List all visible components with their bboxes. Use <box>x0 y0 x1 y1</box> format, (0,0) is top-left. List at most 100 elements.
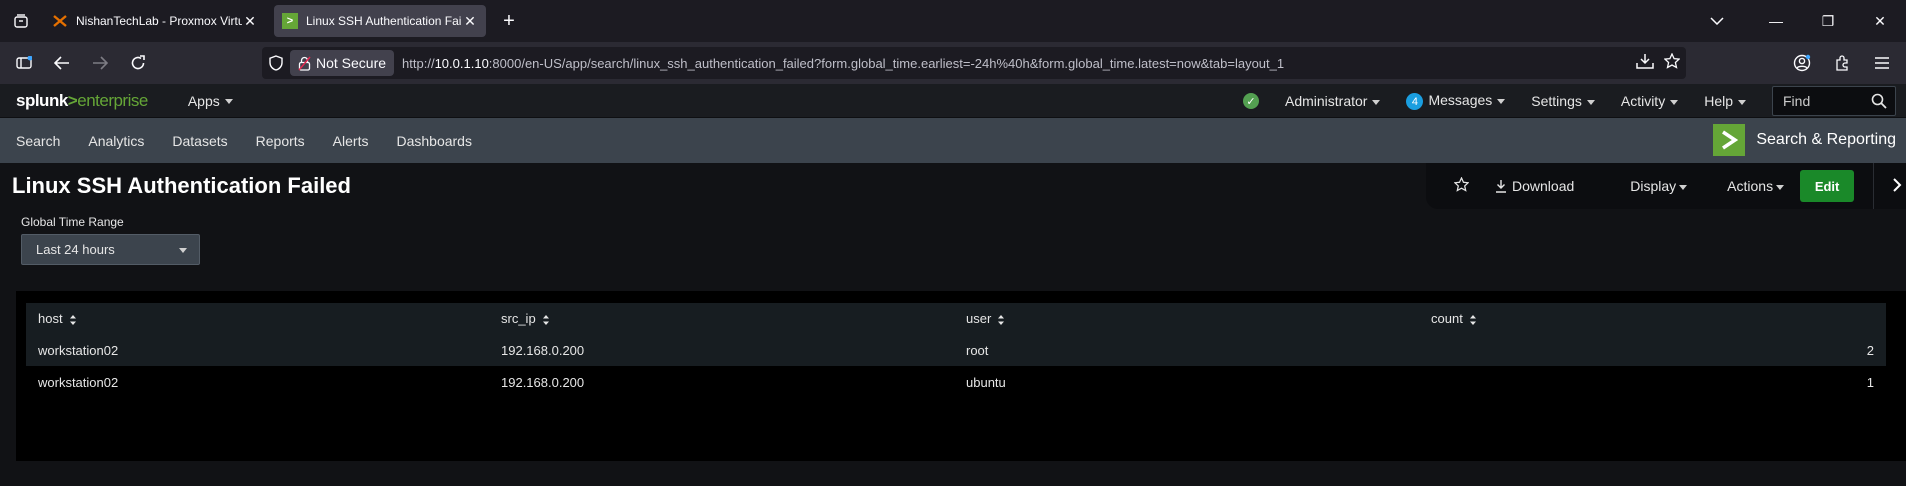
download-page-icon[interactable] <box>1636 53 1654 74</box>
results-table: host src_ip user count workstation02 192… <box>26 303 1886 398</box>
table-row[interactable]: workstation02 192.168.0.200 root 2 <box>26 334 1886 366</box>
url-bar[interactable]: Not Secure http://10.0.1.10:8000/en-US/a… <box>262 47 1686 79</box>
browser-nav-bar: Not Secure http://10.0.1.10:8000/en-US/a… <box>0 42 1906 84</box>
cell-host[interactable]: workstation02 <box>26 334 489 366</box>
actions-menu[interactable]: Actions <box>1727 178 1785 194</box>
caret-down-icon <box>179 248 187 253</box>
splunk-icon: > <box>282 13 298 29</box>
extensions-icon[interactable] <box>1826 47 1858 79</box>
display-menu[interactable]: Display <box>1630 178 1688 194</box>
dashboard: Linux SSH Authentication Failed Download… <box>0 163 1906 461</box>
nav-alerts[interactable]: Alerts <box>333 133 369 149</box>
help-menu[interactable]: Help <box>1704 93 1746 109</box>
settings-menu[interactable]: Settings <box>1531 93 1595 109</box>
caret-down-icon <box>1670 99 1679 105</box>
nav-analytics[interactable]: Analytics <box>88 133 144 149</box>
splunk-logo[interactable]: splunk>enterprise <box>16 91 148 111</box>
tab-splunk[interactable]: > Linux SSH Authentication Failed ✕ <box>274 5 486 37</box>
user-menu[interactable]: Administrator <box>1285 93 1381 109</box>
cell-count[interactable]: 2 <box>1419 334 1886 366</box>
splunk-top-bar: splunk>enterprise Apps ✓ Administrator 4… <box>0 84 1906 118</box>
logo-separator: > <box>67 90 78 110</box>
tab-list-icon[interactable] <box>6 6 36 36</box>
caret-down-icon <box>1679 184 1688 190</box>
actions-label: Actions <box>1727 178 1774 194</box>
tab-proxmox[interactable]: NishanTechLab - Proxmox Virtual Environm… <box>44 5 266 37</box>
account-icon[interactable] <box>1786 47 1818 79</box>
restore-icon[interactable]: ❐ <box>1802 0 1854 42</box>
url-host: 10.0.1.10 <box>434 55 489 71</box>
not-secure-label: Not Secure <box>316 55 387 71</box>
caret-down-icon <box>1497 98 1506 104</box>
chevron-right-icon[interactable] <box>1892 177 1902 196</box>
reload-icon[interactable] <box>122 47 154 79</box>
column-header-src-ip[interactable]: src_ip <box>489 303 954 334</box>
nav-reports[interactable]: Reports <box>256 133 305 149</box>
window-controls: — ❐ ✕ <box>1750 0 1906 42</box>
caret-down-icon <box>224 99 233 105</box>
cell-host[interactable]: workstation02 <box>26 366 489 398</box>
close-tab-icon[interactable]: ✕ <box>242 13 258 30</box>
header-label: user <box>966 311 992 326</box>
nav-dashboards[interactable]: Dashboards <box>396 133 472 149</box>
app-name-label: Search & Reporting <box>1756 131 1896 148</box>
app-name[interactable]: Search & Reporting <box>1713 124 1896 156</box>
cell-user[interactable]: root <box>954 334 1419 366</box>
shield-icon[interactable] <box>262 55 290 71</box>
page-title: Linux SSH Authentication Failed <box>12 173 351 198</box>
apps-menu[interactable]: Apps <box>188 93 233 109</box>
app-nav-bar: Search Analytics Datasets Reports Alerts… <box>0 118 1906 163</box>
column-header-count[interactable]: count <box>1419 303 1886 334</box>
lock-icon <box>298 56 311 71</box>
dashboard-action-bar: Download Display Actions Edit <box>1426 163 1906 209</box>
menu-icon[interactable] <box>1866 47 1898 79</box>
search-icon[interactable] <box>1871 93 1887 109</box>
caret-down-icon <box>1738 99 1746 105</box>
cell-src-ip[interactable]: 192.168.0.200 <box>489 334 954 366</box>
forward-icon[interactable] <box>84 47 116 79</box>
time-range-label: Global Time Range <box>21 215 124 229</box>
new-tab-icon[interactable]: + <box>494 6 524 36</box>
header-label: count <box>1431 311 1463 326</box>
not-secure-badge[interactable]: Not Secure <box>290 50 395 76</box>
browser-tab-bar: NishanTechLab - Proxmox Virtual Environm… <box>0 0 1906 42</box>
caret-down-icon <box>1776 184 1785 190</box>
bookmark-star-icon[interactable] <box>1663 51 1681 74</box>
display-label: Display <box>1630 178 1677 194</box>
download-label: Download <box>1512 178 1575 194</box>
caret-down-icon <box>1586 99 1595 105</box>
find-input[interactable]: Find <box>1772 86 1896 116</box>
favorite-star-icon[interactable] <box>1453 176 1470 195</box>
chevron-down-icon[interactable] <box>1702 6 1732 36</box>
messages-label: Messages <box>1428 91 1493 108</box>
sidebar-icon[interactable] <box>8 47 40 79</box>
close-tab-icon[interactable]: ✕ <box>462 13 478 30</box>
download-icon <box>1496 180 1506 193</box>
column-header-user[interactable]: user <box>954 303 1419 334</box>
edit-button[interactable]: Edit <box>1800 170 1855 202</box>
time-range-dropdown[interactable]: Last 24 hours <box>21 234 200 265</box>
close-window-icon[interactable]: ✕ <box>1854 0 1906 42</box>
cell-user[interactable]: ubuntu <box>954 366 1419 398</box>
sort-icon <box>998 314 1005 325</box>
sort-icon <box>1469 314 1476 325</box>
logo-edition: enterprise <box>77 90 148 110</box>
column-header-host[interactable]: host <box>26 303 489 334</box>
proxmox-icon <box>52 13 68 29</box>
cell-src-ip[interactable]: 192.168.0.200 <box>489 366 954 398</box>
apps-label: Apps <box>187 92 220 109</box>
results-panel: host src_ip user count workstation02 192… <box>16 291 1906 461</box>
minimize-icon[interactable]: — <box>1750 0 1802 42</box>
back-icon[interactable] <box>46 47 78 79</box>
cell-count[interactable]: 1 <box>1419 366 1886 398</box>
nav-search[interactable]: Search <box>16 133 60 149</box>
find-placeholder: Find <box>1783 93 1811 109</box>
nav-datasets[interactable]: Datasets <box>172 133 227 149</box>
activity-label: Activity <box>1620 93 1666 109</box>
messages-menu[interactable]: 4 Messages <box>1406 91 1506 111</box>
health-ok-icon[interactable]: ✓ <box>1242 93 1259 109</box>
download-button[interactable]: Download <box>1495 178 1574 194</box>
table-row[interactable]: workstation02 192.168.0.200 ubuntu 1 <box>26 366 1886 398</box>
browser-toolbar-right <box>1786 47 1898 79</box>
activity-menu[interactable]: Activity <box>1620 93 1679 109</box>
